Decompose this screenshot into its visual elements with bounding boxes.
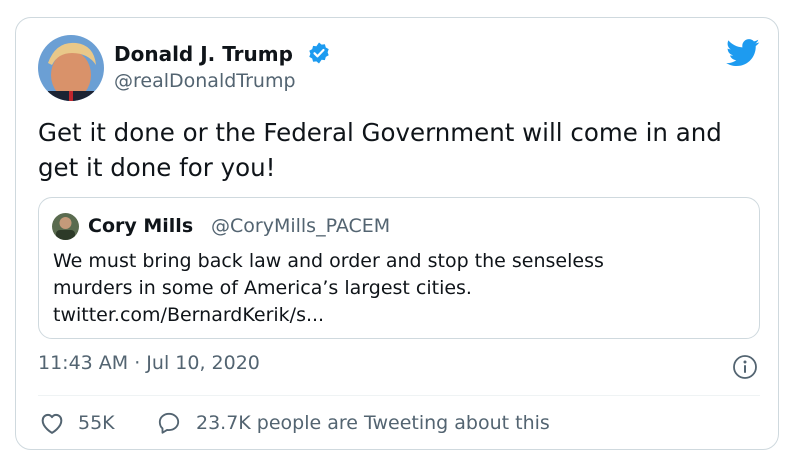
conversation-link[interactable]: 23.7K people are Tweeting about this: [156, 409, 550, 437]
like-button[interactable]: 55K: [38, 409, 115, 437]
quoted-tweet[interactable]: Cory Mills @CoryMills_PACEM We must brin…: [38, 197, 760, 339]
conversation-text: 23.7K people are Tweeting about this: [196, 412, 550, 434]
author-avatar[interactable]: [38, 35, 104, 101]
quoted-text-line: murders in some of America’s largest cit…: [53, 277, 472, 299]
tweet-text: Get it done or the Federal Government wi…: [38, 118, 722, 182]
verified-badge-icon: [307, 41, 331, 65]
tweet-card[interactable]: Donald J. Trump @realDonaldTrump Get it …: [15, 17, 779, 450]
author-name[interactable]: Donald J. Trump: [114, 42, 293, 66]
speech-bubble-icon: [158, 412, 180, 434]
like-count: 55K: [78, 412, 115, 434]
quoted-author-handle[interactable]: @CoryMills_PACEM: [211, 215, 390, 237]
quoted-tweet-text: We must bring back law and order and sto…: [53, 248, 743, 329]
heart-icon: [41, 413, 63, 434]
twitter-bird-icon[interactable]: [726, 39, 760, 67]
quoted-text-link[interactable]: twitter.com/BernardKerik/s...: [53, 302, 743, 329]
divider: [38, 395, 760, 396]
quoted-author-name[interactable]: Cory Mills: [88, 215, 193, 237]
info-icon[interactable]: [732, 354, 758, 380]
tweet-timestamp[interactable]: 11:43 AM · Jul 10, 2020: [38, 352, 260, 374]
author-handle[interactable]: @realDonaldTrump: [114, 70, 296, 92]
quoted-author-avatar[interactable]: [52, 213, 79, 240]
quoted-text-line: We must bring back law and order and sto…: [53, 250, 604, 272]
